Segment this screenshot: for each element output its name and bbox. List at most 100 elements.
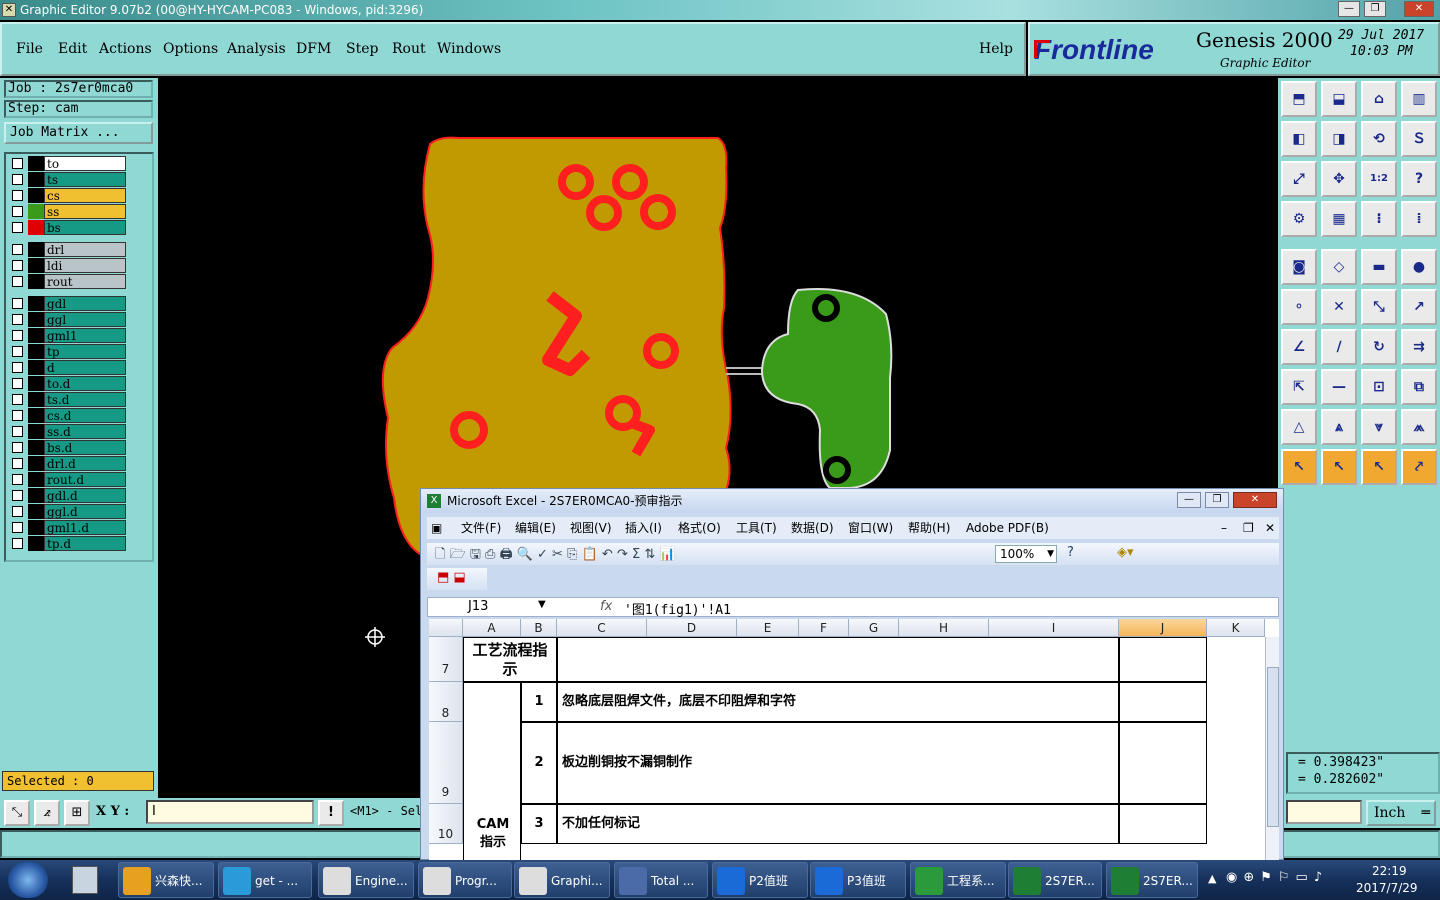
start-button[interactable] [8,862,48,898]
layer-swatch[interactable] [28,258,44,273]
layer-row-ggl-d[interactable]: ggl.d [8,504,128,519]
layer-row-rout[interactable]: rout [8,274,128,289]
tool-button-21-icon[interactable]: ⚬ [1281,289,1317,325]
layer-swatch[interactable] [28,376,44,391]
menu-step[interactable]: Step [346,41,378,57]
tool-button-18-icon[interactable]: ◇ [1321,249,1357,285]
menu-options[interactable]: Options [163,41,218,57]
layer-swatch[interactable] [28,188,44,203]
layer-swatch[interactable] [28,312,44,327]
tool-button-2-icon[interactable]: ⬓ [1321,81,1357,117]
formula-input[interactable]: '图1(fig1)'!A1 [624,599,731,618]
taskbar-item-3[interactable]: Engine... [318,862,414,898]
layer-name[interactable]: ss.d [44,424,126,439]
layer-swatch[interactable] [28,520,44,535]
column-header-a[interactable]: A [463,619,521,637]
layer-swatch[interactable] [28,328,44,343]
layer-swatch[interactable] [28,204,44,219]
layer-name[interactable]: rout.d [44,472,126,487]
layer-swatch[interactable] [28,274,44,289]
tool-button-17-icon[interactable]: ◙ [1281,249,1317,285]
tool-button-37-icon[interactable]: ↖ [1281,449,1317,485]
layer-name[interactable]: cs [44,188,126,203]
menu-windows[interactable]: Windows [437,41,501,57]
layer-swatch[interactable] [28,242,44,257]
taskbar-item-1[interactable]: 兴森快... [118,862,214,898]
taskbar-item-10[interactable]: 2S7ER... [1008,862,1102,898]
layer-swatch[interactable] [28,488,44,503]
layer-row-gdl-d[interactable]: gdl.d [8,488,128,503]
layer-row-cs-d[interactable]: cs.d [8,408,128,423]
layer-name[interactable]: drl.d [44,456,126,471]
tool-button-31-icon[interactable]: ⊡ [1361,369,1397,405]
tool-button-40-icon[interactable]: ⤤ [1401,449,1437,485]
text-cell-3[interactable]: 不加任何标记 [557,804,1119,844]
layer-swatch[interactable] [28,296,44,311]
tray-icons[interactable]: ◉⊕⚑⚐▭♪ [1226,870,1328,885]
layer-swatch[interactable] [28,392,44,407]
text-cell-2[interactable]: 板边削铜按不漏铜制作 [557,722,1119,804]
tool-button-27-icon[interactable]: ↻ [1361,329,1397,365]
layer-row-ts[interactable]: ts [8,172,128,187]
row7-content-cell[interactable] [557,637,1119,682]
units-select[interactable]: Inch ═ [1366,800,1436,826]
layer-swatch[interactable] [28,504,44,519]
column-header-d[interactable]: D [647,619,737,637]
layer-checkbox[interactable] [12,362,23,373]
layer-swatch[interactable] [28,456,44,471]
j-cell-9[interactable] [1119,722,1207,804]
tool-button-33-icon[interactable]: △ [1281,409,1317,445]
column-header-h[interactable]: H [899,619,989,637]
zoom-select[interactable]: 100% ▼ [995,545,1057,563]
cam-label-cell[interactable]: CAM指示 [463,682,521,861]
column-header-e[interactable]: E [737,619,799,637]
layer-row-bs[interactable]: bs [8,220,128,235]
menu-edit[interactable]: Edit [58,41,87,57]
idx-cell-1[interactable]: 1 [521,682,557,722]
excel-menu-adobe[interactable]: Adobe PDF(B) [966,517,1049,539]
select-all-corner[interactable] [429,619,463,637]
tool-button-28-icon[interactable]: ⇉ [1401,329,1437,365]
layer-checkbox[interactable] [12,298,23,309]
taskbar-item-9[interactable]: 工程系... [910,862,1006,898]
layer-name[interactable]: gml1 [44,328,126,343]
layer-row-drl[interactable]: drl [8,242,128,257]
layer-row-drl-d[interactable]: drl.d [8,456,128,471]
excel-minimize-button[interactable]: — [1177,492,1201,508]
tool-button-26-icon[interactable]: ∕ [1321,329,1357,365]
layer-name[interactable]: gml1.d [44,520,126,535]
alert-icon[interactable]: ! [318,800,344,826]
layer-name[interactable]: tp.d [44,536,126,551]
minimize-button[interactable]: — [1338,1,1360,17]
layer-name[interactable]: ss [44,204,126,219]
excel-menu-tools[interactable]: 工具(T) [736,517,777,539]
layer-checkbox[interactable] [12,442,23,453]
vertical-scrollbar[interactable] [1265,637,1279,861]
layer-name[interactable]: ggl [44,312,126,327]
excel-menu-edit[interactable]: 编辑(E) [515,517,556,539]
close-button[interactable]: ✕ [1404,1,1434,17]
tool-button-5-icon[interactable]: ◧ [1281,121,1317,157]
column-header-g[interactable]: G [849,619,899,637]
name-box[interactable]: J13 [468,599,488,614]
tray-expand-icon[interactable]: ▲ [1208,872,1216,885]
layer-checkbox[interactable] [12,490,23,501]
layer-name[interactable]: gdl.d [44,488,126,503]
spreadsheet-grid[interactable]: ABCDEFGHIJK 7 8 9 10 工艺流程指示 CAM指示 1 忽略底层… [429,619,1279,861]
tool-button-8-icon[interactable]: Ｓ [1401,121,1437,157]
layer-name[interactable]: rout [44,274,126,289]
layer-row-bs-d[interactable]: bs.d [8,440,128,455]
tool-button-30-icon[interactable]: — [1321,369,1357,405]
maximize-button[interactable]: ❐ [1364,1,1386,17]
j-cell-10[interactable] [1119,804,1207,844]
excel-menu-view[interactable]: 视图(V) [570,517,612,539]
tool-button-10-icon[interactable]: ✥ [1321,161,1357,197]
fill-color-icon[interactable]: ◈▾ [1117,545,1134,560]
column-header-k[interactable]: K [1207,619,1265,637]
layer-name[interactable]: cs.d [44,408,126,423]
taskbar-item-4[interactable]: Progr... [418,862,512,898]
layer-row-tp[interactable]: tp [8,344,128,359]
layer-checkbox[interactable] [12,458,23,469]
tool-button-38-icon[interactable]: ↖ [1321,449,1357,485]
idx-cell-2[interactable]: 2 [521,722,557,804]
